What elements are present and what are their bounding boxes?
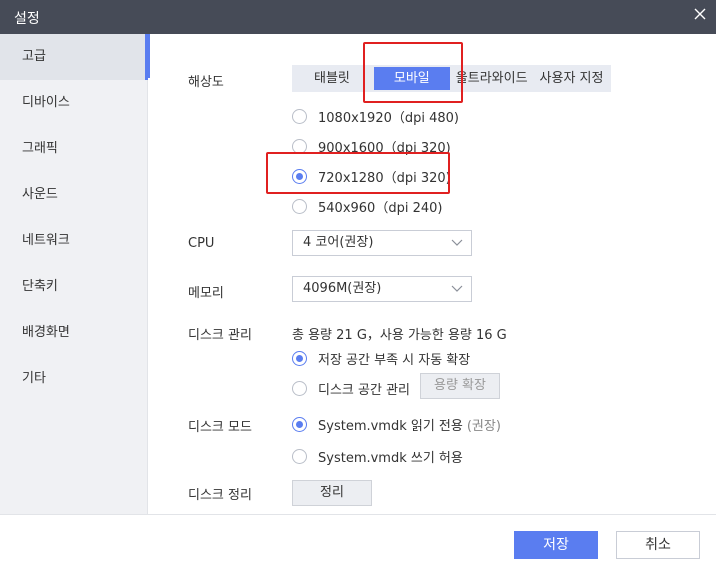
radio-button[interactable]: [292, 169, 307, 184]
disk-option-label: 디스크 공간 관리: [318, 383, 410, 398]
cpu-label: CPU: [188, 236, 215, 251]
memory-select-value: 4096M(권장): [303, 281, 382, 296]
chevron-down-icon: [451, 239, 463, 246]
tab-ultrawide[interactable]: 울트라와이드: [452, 65, 532, 92]
radio-button[interactable]: [292, 381, 307, 396]
resolution-option-1080[interactable]: 1080x1920（dpi 480): [292, 107, 459, 126]
radio-button[interactable]: [292, 109, 307, 124]
sidebar-item-device[interactable]: 디바이스: [0, 80, 148, 126]
sidebar-item-graphics[interactable]: 그래픽: [0, 126, 148, 172]
sidebar-item-advanced[interactable]: 고급: [0, 34, 148, 80]
sidebar-item-network[interactable]: 네트워크: [0, 218, 148, 264]
close-icon[interactable]: [692, 6, 708, 22]
disk-mode-option-label: System.vmdk 쓰기 허용: [318, 451, 463, 466]
sidebar-item-other[interactable]: 기타: [0, 356, 148, 402]
resolution-option-720[interactable]: 720x1280（dpi 320): [292, 167, 451, 186]
tab-custom[interactable]: 사용자 지정: [532, 65, 612, 92]
radio-button[interactable]: [292, 139, 307, 154]
resolution-option-label: 720x1280（dpi 320): [318, 171, 451, 186]
recommended-note: (권장): [466, 419, 501, 434]
memory-label: 메모리: [188, 286, 224, 301]
sidebar-item-wallpaper[interactable]: 배경화면: [0, 310, 148, 356]
sidebar-item-sound[interactable]: 사운드: [0, 172, 148, 218]
settings-panel: 해상도 태블릿 모바일 울트라와이드 사용자 지정 1080x1920（dpi …: [148, 34, 716, 514]
resolution-option-label: 900x1600（dpi 320): [318, 141, 451, 156]
resolution-option-label: 540x960（dpi 240): [318, 201, 443, 216]
chevron-down-icon: [451, 285, 463, 292]
resolution-option-label: 1080x1920（dpi 480): [318, 111, 459, 126]
cpu-select[interactable]: 4 코어(권장): [292, 230, 472, 256]
disk-mode-writable-option[interactable]: System.vmdk 쓰기 허용: [292, 447, 463, 466]
tab-tablet[interactable]: 태블릿: [292, 65, 372, 92]
cancel-button[interactable]: 취소: [616, 531, 700, 559]
disk-auto-expand-option[interactable]: 저장 공간 부족 시 자동 확장: [292, 349, 470, 368]
cleanup-button[interactable]: 정리: [292, 480, 372, 506]
footer: 저장 취소: [0, 514, 716, 574]
memory-select[interactable]: 4096M(권장): [292, 276, 472, 302]
title-bar: 설정: [0, 0, 716, 34]
disk-mode-label: 디스크 모드: [188, 420, 252, 435]
radio-button[interactable]: [292, 199, 307, 214]
window-title: 설정: [14, 11, 40, 27]
disk-label: 디스크 관리: [188, 328, 252, 343]
resolution-label: 해상도: [188, 75, 224, 90]
disk-mode-readonly-option[interactable]: System.vmdk 읽기 전용 (권장): [292, 415, 501, 434]
resolution-option-540[interactable]: 540x960（dpi 240): [292, 197, 442, 216]
radio-button[interactable]: [292, 449, 307, 464]
disk-capacity-info: 총 용량 21 G，사용 가능한 용량 16 G: [292, 328, 507, 343]
sidebar: 고급 디바이스 그래픽 사운드 네트워크 단축키 배경화면 기타: [0, 34, 148, 514]
cpu-select-value: 4 코어(권장): [303, 235, 374, 250]
expand-capacity-button[interactable]: 용량 확장: [420, 373, 500, 399]
disk-cleanup-label: 디스크 정리: [188, 488, 252, 503]
disk-option-label: 저장 공간 부족 시 자동 확장: [318, 353, 471, 368]
radio-button[interactable]: [292, 351, 307, 366]
disk-mode-option-label: System.vmdk 읽기 전용: [318, 419, 463, 434]
resolution-tabs: 태블릿 모바일 울트라와이드 사용자 지정: [292, 65, 612, 92]
tab-mobile[interactable]: 모바일: [371, 65, 452, 92]
save-button[interactable]: 저장: [514, 531, 598, 559]
radio-button[interactable]: [292, 417, 307, 432]
resolution-option-900[interactable]: 900x1600（dpi 320): [292, 137, 451, 156]
disk-space-manage-option[interactable]: 디스크 공간 관리: [292, 379, 410, 398]
sidebar-item-shortcuts[interactable]: 단축키: [0, 264, 148, 310]
